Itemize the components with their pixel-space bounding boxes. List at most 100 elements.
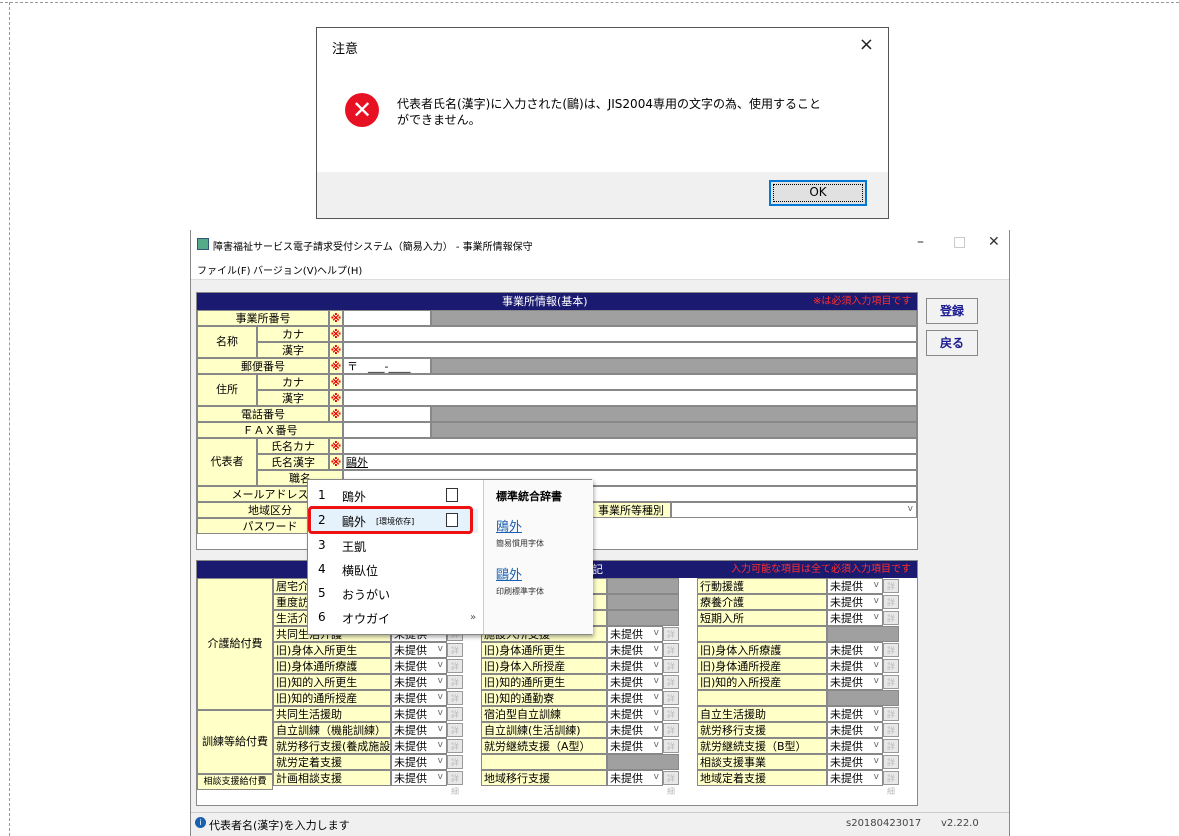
detail-button[interactable]: 詳細 bbox=[447, 723, 463, 748]
name-kana-input[interactable] bbox=[343, 326, 917, 342]
phone-input[interactable] bbox=[343, 406, 431, 422]
service-status-select[interactable]: 未提供 bbox=[827, 610, 883, 626]
service-status-select[interactable]: 未提供 bbox=[391, 642, 447, 658]
service-status-select[interactable]: 未提供 bbox=[391, 754, 447, 770]
office-type-select[interactable] bbox=[671, 502, 917, 518]
service-status-select[interactable]: 未提供 bbox=[607, 706, 663, 722]
highlight-box bbox=[308, 506, 473, 534]
service-status-select[interactable]: 未提供 bbox=[827, 658, 883, 674]
register-button[interactable]: 登録 bbox=[926, 298, 978, 324]
detail-button[interactable]: 詳細 bbox=[883, 739, 899, 764]
rep-kanji-input[interactable]: 鷗外 bbox=[343, 454, 917, 470]
rep-kana-input[interactable] bbox=[343, 438, 917, 454]
detail-button[interactable]: 詳細 bbox=[883, 643, 899, 668]
service-label bbox=[697, 626, 827, 642]
service-status-select[interactable]: 未提供 bbox=[391, 658, 447, 674]
disabled-area bbox=[431, 406, 917, 422]
service-status-select[interactable]: 未提供 bbox=[607, 690, 663, 706]
detail-button[interactable]: 詳細 bbox=[447, 771, 463, 796]
menu-file[interactable]: ファイル(F) bbox=[197, 262, 251, 277]
service-status-select[interactable]: 未提供 bbox=[827, 578, 883, 594]
service-status-select[interactable]: 未提供 bbox=[827, 738, 883, 754]
detail-button[interactable]: 詳細 bbox=[447, 675, 463, 700]
detail-button[interactable]: 詳細 bbox=[883, 755, 899, 780]
star-mark: ※ bbox=[330, 328, 342, 341]
star-mark: ※ bbox=[330, 344, 342, 357]
service-status-select[interactable]: 未提供 bbox=[391, 738, 447, 754]
window-close-button[interactable]: ✕ bbox=[988, 234, 1000, 250]
service-status-select[interactable]: 未提供 bbox=[607, 642, 663, 658]
menu-help[interactable]: ヘルプ(H) bbox=[317, 262, 362, 277]
detail-button[interactable]: 詳細 bbox=[883, 659, 899, 684]
detail-button[interactable]: 詳細 bbox=[883, 579, 899, 604]
service-status-select[interactable]: 未提供 bbox=[391, 706, 447, 722]
service-status-select[interactable]: 未提供 bbox=[827, 706, 883, 722]
service-status-select[interactable]: 未提供 bbox=[827, 722, 883, 738]
ime-candidate-1[interactable]: 1 鴎外 bbox=[312, 484, 478, 508]
group-consult: 相談支援給付費 bbox=[197, 774, 273, 790]
address-kanji-input[interactable] bbox=[343, 390, 917, 406]
required-star: ※ bbox=[329, 310, 343, 326]
dialog-close-button[interactable]: × bbox=[859, 34, 874, 55]
disabled-area bbox=[827, 690, 899, 706]
detail-button[interactable]: 詳細 bbox=[663, 627, 679, 652]
service-status-select[interactable]: 未提供 bbox=[607, 674, 663, 690]
service-status-select[interactable]: 未提供 bbox=[827, 674, 883, 690]
service-status-select[interactable]: 未提供 bbox=[391, 770, 447, 786]
detail-button[interactable]: 詳細 bbox=[883, 675, 899, 700]
address-kana-input[interactable] bbox=[343, 374, 917, 390]
ime-candidate-5[interactable]: 5 おうがい bbox=[312, 582, 478, 606]
dict-entry-word-1[interactable]: 鴎外 bbox=[496, 516, 522, 535]
menu-version[interactable]: バージョン(V) bbox=[253, 262, 317, 277]
alert-dialog: 注意 × ✕ 代表者氏名(漢字)に入力された(鷗)は、JIS2004専用の文字の… bbox=[316, 27, 889, 219]
service-status-select[interactable]: 未提供 bbox=[607, 658, 663, 674]
service-status-select[interactable]: 未提供 bbox=[391, 674, 447, 690]
service-status-select[interactable]: 未提供 bbox=[607, 738, 663, 754]
ime-candidate-4[interactable]: 4 横臥位 bbox=[312, 558, 478, 582]
detail-button[interactable]: 詳細 bbox=[883, 707, 899, 732]
fax-input[interactable] bbox=[343, 422, 431, 438]
detail-button[interactable]: 詳細 bbox=[447, 739, 463, 764]
service-status-select[interactable]: 未提供 bbox=[391, 722, 447, 738]
detail-button[interactable]: 詳細 bbox=[663, 643, 679, 668]
service-status-select[interactable]: 未提供 bbox=[607, 770, 663, 786]
service-status-select[interactable]: 未提供 bbox=[827, 754, 883, 770]
postal-input[interactable]: 〒 ___-____ bbox=[343, 358, 431, 374]
detail-button[interactable]: 詳細 bbox=[663, 707, 679, 732]
detail-button[interactable]: 詳細 bbox=[663, 771, 679, 796]
office-number-input[interactable] bbox=[343, 310, 431, 326]
service-status-select[interactable]: 未提供 bbox=[607, 626, 663, 642]
name-kanji-input[interactable] bbox=[343, 342, 917, 358]
service-status-select[interactable]: 未提供 bbox=[827, 642, 883, 658]
detail-button[interactable]: 詳細 bbox=[447, 691, 463, 716]
service-label bbox=[697, 690, 827, 706]
detail-button[interactable]: 詳細 bbox=[663, 659, 679, 684]
detail-button[interactable]: 詳細 bbox=[663, 739, 679, 764]
ok-button[interactable]: OK bbox=[769, 180, 867, 206]
detail-button[interactable]: 詳細 bbox=[883, 723, 899, 748]
detail-button[interactable]: 詳細 bbox=[883, 595, 899, 620]
minimize-button[interactable]: – bbox=[917, 234, 924, 250]
expand-icon[interactable]: » bbox=[470, 612, 476, 623]
service-status-select[interactable]: 未提供 bbox=[391, 690, 447, 706]
service-status-select[interactable]: 未提供 bbox=[607, 722, 663, 738]
detail-button[interactable]: 詳細 bbox=[447, 755, 463, 780]
service-status-select[interactable]: 未提供 bbox=[827, 770, 883, 786]
star-mark: ※ bbox=[330, 408, 342, 421]
disabled-area bbox=[607, 754, 679, 770]
detail-button[interactable]: 詳細 bbox=[447, 643, 463, 668]
back-button[interactable]: 戻る bbox=[926, 330, 978, 356]
detail-button[interactable]: 詳細 bbox=[447, 707, 463, 732]
detail-button[interactable]: 詳細 bbox=[663, 723, 679, 748]
service-status-select[interactable]: 未提供 bbox=[827, 594, 883, 610]
detail-button[interactable]: 詳細 bbox=[447, 659, 463, 684]
detail-button[interactable]: 詳細 bbox=[663, 675, 679, 700]
detail-button[interactable]: 詳細 bbox=[883, 771, 899, 796]
ime-candidate-3[interactable]: 3 王凱 bbox=[312, 534, 478, 558]
label-rep-kanji: 氏名漢字 bbox=[257, 454, 329, 470]
ime-candidate-6[interactable]: 6 オウガイ » bbox=[312, 606, 478, 630]
dict-entry-word-2[interactable]: 鷗外 bbox=[496, 564, 522, 583]
maximize-button[interactable]: □ bbox=[953, 234, 966, 250]
detail-button[interactable]: 詳細 bbox=[883, 611, 899, 636]
detail-button[interactable]: 詳細 bbox=[663, 691, 679, 716]
